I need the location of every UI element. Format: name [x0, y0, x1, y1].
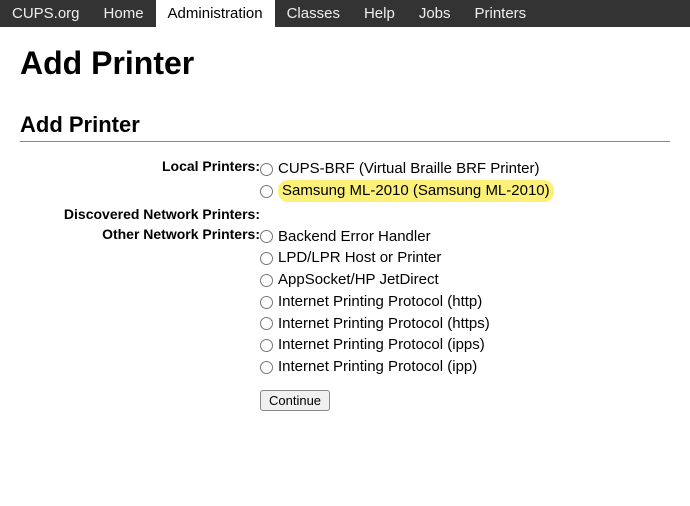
radio-ipps[interactable] — [260, 339, 273, 352]
other-printer-option[interactable]: Internet Printing Protocol (ipp) — [260, 356, 554, 378]
option-label: Internet Printing Protocol (ipp) — [278, 356, 477, 378]
printer-form: Local Printers: CUPS-BRF (Virtual Braill… — [20, 156, 554, 413]
radio-samsung-ml2010[interactable] — [260, 185, 273, 198]
nav-administration[interactable]: Administration — [156, 0, 275, 27]
page-title: Add Printer — [20, 45, 670, 82]
nav-jobs[interactable]: Jobs — [407, 0, 463, 27]
option-label: Internet Printing Protocol (ipps) — [278, 334, 485, 356]
radio-ipp-http[interactable] — [260, 296, 273, 309]
other-printers-label: Other Network Printers: — [20, 224, 260, 413]
local-printer-option[interactable]: CUPS-BRF (Virtual Braille BRF Printer) — [260, 158, 554, 180]
local-printer-option[interactable]: Samsung ML-2010 (Samsung ML-2010) — [260, 180, 554, 202]
nav-home[interactable]: Home — [92, 0, 156, 27]
option-label: Backend Error Handler — [278, 226, 431, 248]
radio-lpd[interactable] — [260, 252, 273, 265]
option-label: LPD/LPR Host or Printer — [278, 247, 441, 269]
nav-help[interactable]: Help — [352, 0, 407, 27]
navbar: CUPS.org Home Administration Classes Hel… — [0, 0, 690, 27]
local-printers-label: Local Printers: — [20, 156, 260, 204]
option-label: AppSocket/HP JetDirect — [278, 269, 439, 291]
nav-printers[interactable]: Printers — [463, 0, 539, 27]
continue-button[interactable]: Continue — [260, 390, 330, 411]
radio-cups-brf[interactable] — [260, 163, 273, 176]
other-printer-option[interactable]: Backend Error Handler — [260, 226, 554, 248]
nav-cups-org[interactable]: CUPS.org — [0, 0, 92, 27]
option-label: Internet Printing Protocol (https) — [278, 313, 490, 335]
option-label: CUPS-BRF (Virtual Braille BRF Printer) — [278, 158, 539, 180]
other-printer-option[interactable]: LPD/LPR Host or Printer — [260, 247, 554, 269]
other-printer-option[interactable]: Internet Printing Protocol (ipps) — [260, 334, 554, 356]
other-printer-option[interactable]: Internet Printing Protocol (https) — [260, 313, 554, 335]
radio-appsocket[interactable] — [260, 274, 273, 287]
discovered-printers-label: Discovered Network Printers: — [20, 204, 260, 224]
option-label: Internet Printing Protocol (http) — [278, 291, 482, 313]
radio-backend-error[interactable] — [260, 230, 273, 243]
radio-ipp-https[interactable] — [260, 317, 273, 330]
option-label: Samsung ML-2010 (Samsung ML-2010) — [278, 180, 554, 202]
radio-ipp[interactable] — [260, 361, 273, 374]
nav-classes[interactable]: Classes — [275, 0, 352, 27]
other-printer-option[interactable]: Internet Printing Protocol (http) — [260, 291, 554, 313]
section-title: Add Printer — [20, 112, 670, 142]
other-printer-option[interactable]: AppSocket/HP JetDirect — [260, 269, 554, 291]
page-content: Add Printer Add Printer Local Printers: … — [0, 27, 690, 433]
